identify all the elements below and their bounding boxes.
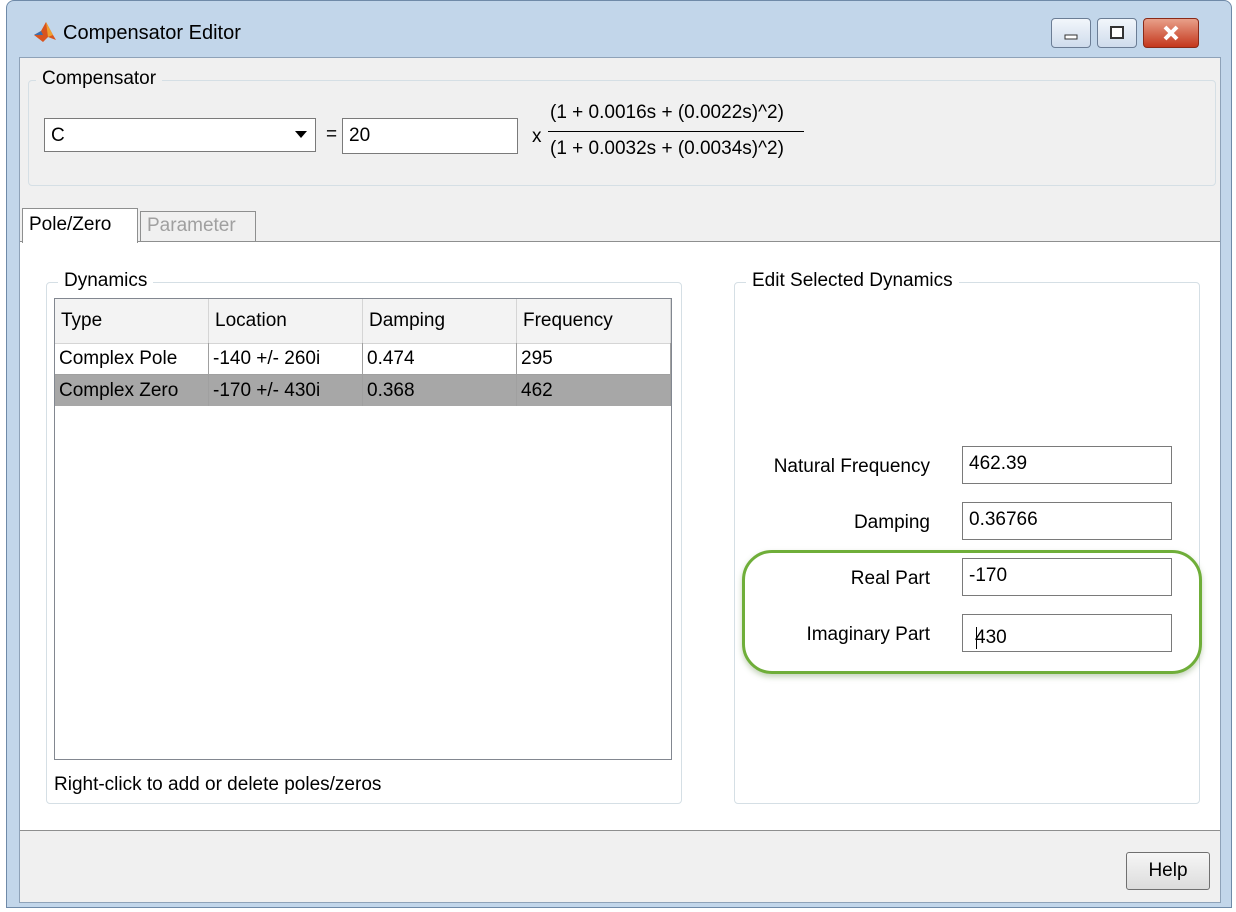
dynamics-table[interactable]: Type Location Damping Frequency Complex … xyxy=(54,298,672,760)
cell-location: -170 +/- 430i xyxy=(209,375,363,406)
cell-type: Complex Pole xyxy=(55,343,209,374)
numerator-expression: (1 + 0.0016s + (0.0022s)^2) xyxy=(550,102,784,123)
real-part-label: Real Part xyxy=(850,568,930,589)
natural-frequency-field[interactable]: 462.39 xyxy=(962,446,1172,484)
minimize-icon xyxy=(1064,34,1078,40)
cell-damping: 0.474 xyxy=(363,343,517,374)
real-part-value: -170 xyxy=(969,565,1008,586)
damping-field[interactable]: 0.36766 xyxy=(962,502,1172,540)
close-button[interactable] xyxy=(1143,18,1199,48)
title-bar[interactable]: Compensator Editor xyxy=(7,1,1231,57)
compensator-select-value: C xyxy=(51,125,65,146)
edit-dynamics-group-label: Edit Selected Dynamics xyxy=(746,270,959,292)
compensator-select[interactable]: C xyxy=(44,118,316,152)
tab-parameter[interactable]: Parameter xyxy=(140,211,256,241)
column-header-frequency[interactable]: Frequency xyxy=(517,299,671,343)
equals-sign: = xyxy=(326,124,338,145)
imaginary-part-field[interactable]: 430 xyxy=(962,614,1172,652)
denominator-expression: (1 + 0.0032s + (0.0034s)^2) xyxy=(550,138,784,159)
tab-pole-zero[interactable]: Pole/Zero xyxy=(22,208,138,243)
help-button[interactable]: Help xyxy=(1126,852,1210,890)
damping-label: Damping xyxy=(853,512,930,533)
cell-damping: 0.368 xyxy=(363,375,517,406)
fraction-bar xyxy=(548,131,804,132)
gain-field[interactable]: 20 xyxy=(342,118,518,154)
text-cursor xyxy=(976,627,977,649)
compensator-group-label: Compensator xyxy=(36,68,163,90)
natural-frequency-value: 462.39 xyxy=(969,453,1028,474)
edit-dynamics-group xyxy=(734,282,1200,804)
natural-frequency-label: Natural Frequency xyxy=(773,456,930,477)
cell-frequency: 462 xyxy=(517,375,671,406)
column-header-location[interactable]: Location xyxy=(209,299,363,343)
cell-frequency: 295 xyxy=(517,343,671,374)
imaginary-part-label: Imaginary Part xyxy=(806,624,930,645)
maximize-button[interactable] xyxy=(1097,18,1137,48)
hint-text: Right-click to add or delete poles/zeros xyxy=(54,774,382,795)
column-header-type[interactable]: Type xyxy=(55,299,209,343)
close-icon xyxy=(1163,25,1179,41)
column-header-damping[interactable]: Damping xyxy=(363,299,517,343)
minimize-button[interactable] xyxy=(1051,18,1091,48)
gain-value: 20 xyxy=(349,125,371,146)
imaginary-part-text: 430 xyxy=(975,627,1007,648)
real-part-field[interactable]: -170 xyxy=(962,558,1172,596)
chevron-down-icon xyxy=(295,131,307,138)
table-row[interactable]: Complex Pole -140 +/- 260i 0.474 295 xyxy=(55,343,671,375)
damping-value: 0.36766 xyxy=(969,509,1038,530)
table-row-selected[interactable]: Complex Zero -170 +/- 430i 0.368 462 xyxy=(55,375,671,406)
client-area: Compensator C = 20 x (1 + 0.0016s + (0.0… xyxy=(19,57,1221,903)
compensator-editor-window: Compensator Editor Compensator C = 20 x … xyxy=(6,0,1232,908)
matlab-logo-icon xyxy=(34,22,56,42)
dynamics-group-label: Dynamics xyxy=(58,270,154,292)
window-title: Compensator Editor xyxy=(63,22,241,44)
cell-type: Complex Zero xyxy=(55,375,209,406)
cell-location: -140 +/- 260i xyxy=(209,343,363,374)
table-header: Type Location Damping Frequency xyxy=(55,299,671,344)
multiply-sign: x xyxy=(532,126,542,147)
maximize-icon xyxy=(1110,26,1124,39)
